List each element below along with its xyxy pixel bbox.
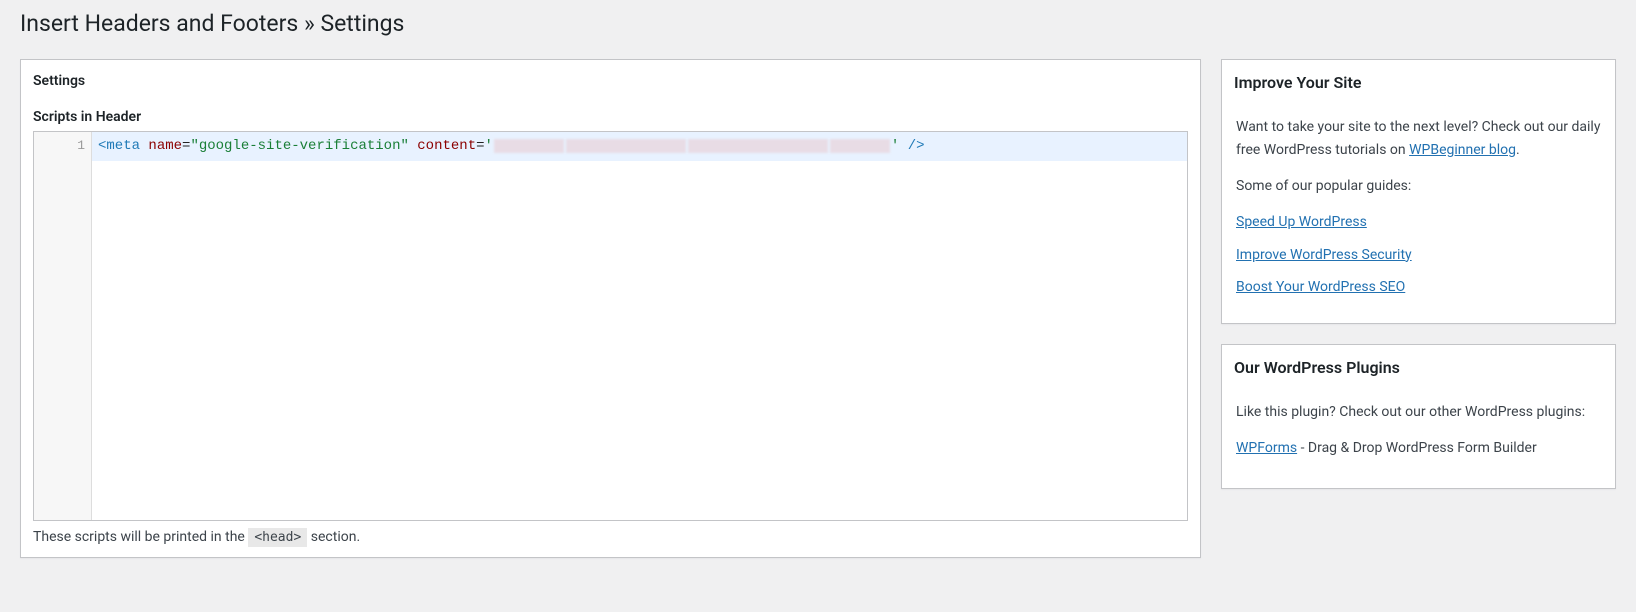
improve-site-panel: Improve Your Site Want to take your site… (1221, 59, 1616, 324)
improve-intro-post: . (1516, 142, 1520, 158)
settings-panel: Settings Scripts in Header 1 <meta name=… (20, 59, 1201, 559)
code-token: /> (899, 138, 924, 154)
improve-heading: Improve Your Site (1222, 60, 1615, 106)
settings-heading: Settings (21, 60, 1200, 104)
header-scripts-editor[interactable]: 1 <meta name="google-site-verification" … (33, 131, 1188, 521)
help-text-prefix: These scripts will be printed in the (33, 529, 248, 545)
wpbeginner-link[interactable]: WPBeginner blog (1409, 142, 1516, 158)
redacted-content (830, 139, 890, 153)
guide-link-security[interactable]: Improve WordPress Security (1236, 247, 1412, 263)
code-token: = (476, 138, 484, 154)
plugins-heading: Our WordPress Plugins (1222, 345, 1615, 391)
redacted-content (566, 139, 686, 153)
code-token: name (148, 138, 182, 154)
guide-link-speed[interactable]: Speed Up WordPress (1236, 214, 1367, 230)
code-line-1[interactable]: <meta name="google-site-verification" co… (92, 132, 1187, 161)
wpforms-link[interactable]: WPForms (1236, 440, 1297, 456)
page-title: Insert Headers and Footers » Settings (20, 0, 1616, 59)
header-scripts-label: Scripts in Header (33, 109, 1188, 125)
code-token: ' (485, 138, 493, 154)
plugins-intro: Like this plugin? Check out our other Wo… (1236, 401, 1601, 423)
help-text-code: <head> (248, 528, 307, 547)
plugins-item-1: WPForms - Drag & Drop WordPress Form Bui… (1236, 437, 1601, 459)
plugins-panel: Our WordPress Plugins Like this plugin? … (1221, 344, 1616, 489)
header-scripts-help: These scripts will be printed in the <he… (33, 529, 1188, 545)
guide-list: Speed Up WordPress Improve WordPress Sec… (1236, 211, 1601, 298)
line-number: 1 (34, 136, 85, 156)
code-token: "google-site-verification" (190, 138, 408, 154)
editor-code-area[interactable]: <meta name="google-site-verification" co… (92, 132, 1187, 520)
improve-intro: Want to take your site to the next level… (1236, 116, 1601, 161)
guide-link-seo[interactable]: Boost Your WordPress SEO (1236, 279, 1405, 295)
code-token: content (417, 138, 476, 154)
help-text-suffix: section. (307, 529, 360, 545)
popular-guides-label: Some of our popular guides: (1236, 175, 1601, 197)
editor-gutter: 1 (34, 132, 92, 520)
redacted-content (688, 139, 828, 153)
plugins-item-1-desc: - Drag & Drop WordPress Form Builder (1297, 440, 1537, 456)
redacted-content (494, 139, 564, 153)
code-token: meta (106, 138, 140, 154)
